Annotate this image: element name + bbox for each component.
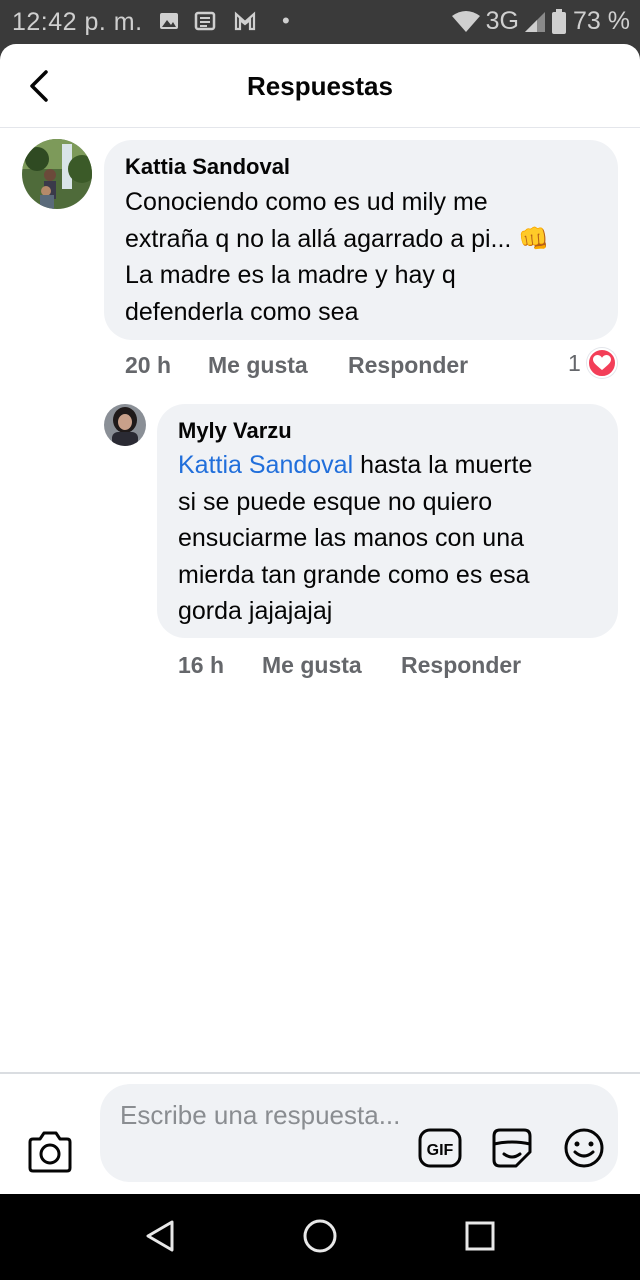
news-notification-icon — [194, 11, 216, 31]
comment-text: Conociendo como es ud mily me extraña q … — [125, 184, 549, 330]
page-title: Respuestas — [247, 71, 393, 101]
replies-sheet: Respuestas Kattia Sandoval Conociendo co… — [0, 44, 640, 1194]
status-time: 12:42 p. m. — [12, 8, 143, 36]
wifi-icon — [451, 10, 480, 32]
like-button[interactable]: Me gusta — [208, 352, 308, 379]
comment-line: defenderla como sea — [125, 297, 359, 326]
camera-icon[interactable] — [26, 1130, 74, 1174]
comment-author[interactable]: Kattia Sandoval — [125, 154, 290, 180]
sticker-icon[interactable] — [490, 1126, 534, 1170]
reply-line-rest: hasta la muerte — [353, 451, 533, 479]
nav-recents-icon[interactable] — [460, 1216, 500, 1256]
heart-reaction-icon — [586, 348, 617, 378]
gif-icon[interactable]: GIF — [418, 1126, 462, 1170]
reply-button[interactable]: Responder — [348, 352, 468, 379]
system-nav-bar — [0, 1194, 640, 1280]
profile-photo — [22, 139, 92, 209]
composer-divider — [0, 1072, 640, 1074]
reply-line: si se puede esque no quiero — [178, 487, 493, 516]
image-notification-icon — [160, 13, 178, 29]
reply-button[interactable]: Responder — [401, 652, 521, 679]
header: Respuestas — [0, 44, 640, 128]
comment-line: La madre es la madre y hay q — [125, 261, 456, 289]
avatar[interactable] — [104, 404, 146, 446]
reply-input[interactable] — [120, 1098, 410, 1172]
reply-line: Kattia Sandoval hasta la muerte — [178, 447, 532, 484]
nav-home-icon[interactable] — [300, 1216, 340, 1256]
status-bar: 12:42 p. m. • 3G 73 % — [0, 0, 640, 44]
battery-icon — [552, 8, 567, 34]
avatar[interactable] — [22, 139, 92, 209]
gmail-notification-icon — [234, 11, 256, 31]
reply-line: ensuciarme las manos con una — [178, 524, 525, 552]
mention-link[interactable]: Kattia Sandoval — [178, 451, 353, 479]
reply-composer: GIF — [100, 1084, 618, 1182]
emoji-icon[interactable] — [562, 1126, 606, 1170]
network-label: 3G — [485, 7, 520, 35]
profile-photo — [104, 404, 146, 446]
battery-percent: 73 % — [573, 7, 630, 35]
reply-author[interactable]: Myly Varzu — [178, 418, 292, 444]
reaction-count: 1 — [568, 349, 581, 376]
gif-label: GIF — [427, 1142, 454, 1159]
reply-text: Kattia Sandoval hasta la muerte si se pu… — [178, 447, 532, 630]
like-button[interactable]: Me gusta — [262, 652, 362, 679]
comment-time: 20 h — [125, 352, 172, 378]
status-right: 3G 73 % — [451, 7, 630, 36]
reply-line: mierda tan grande como es esa — [178, 560, 530, 589]
reply-line: gorda jajajajaj — [178, 597, 333, 625]
nav-back-icon[interactable] — [140, 1216, 180, 1256]
signal-icon — [525, 11, 546, 32]
more-notifications-dot-icon: • — [282, 8, 290, 33]
reply-time: 16 h — [178, 652, 225, 678]
comment-line: extraña q no la allá agarrado a pi... 👊 — [125, 224, 550, 253]
comment-line: Conociendo como es ud mily me — [125, 188, 488, 216]
reaction-summary[interactable]: 1 — [568, 348, 617, 378]
